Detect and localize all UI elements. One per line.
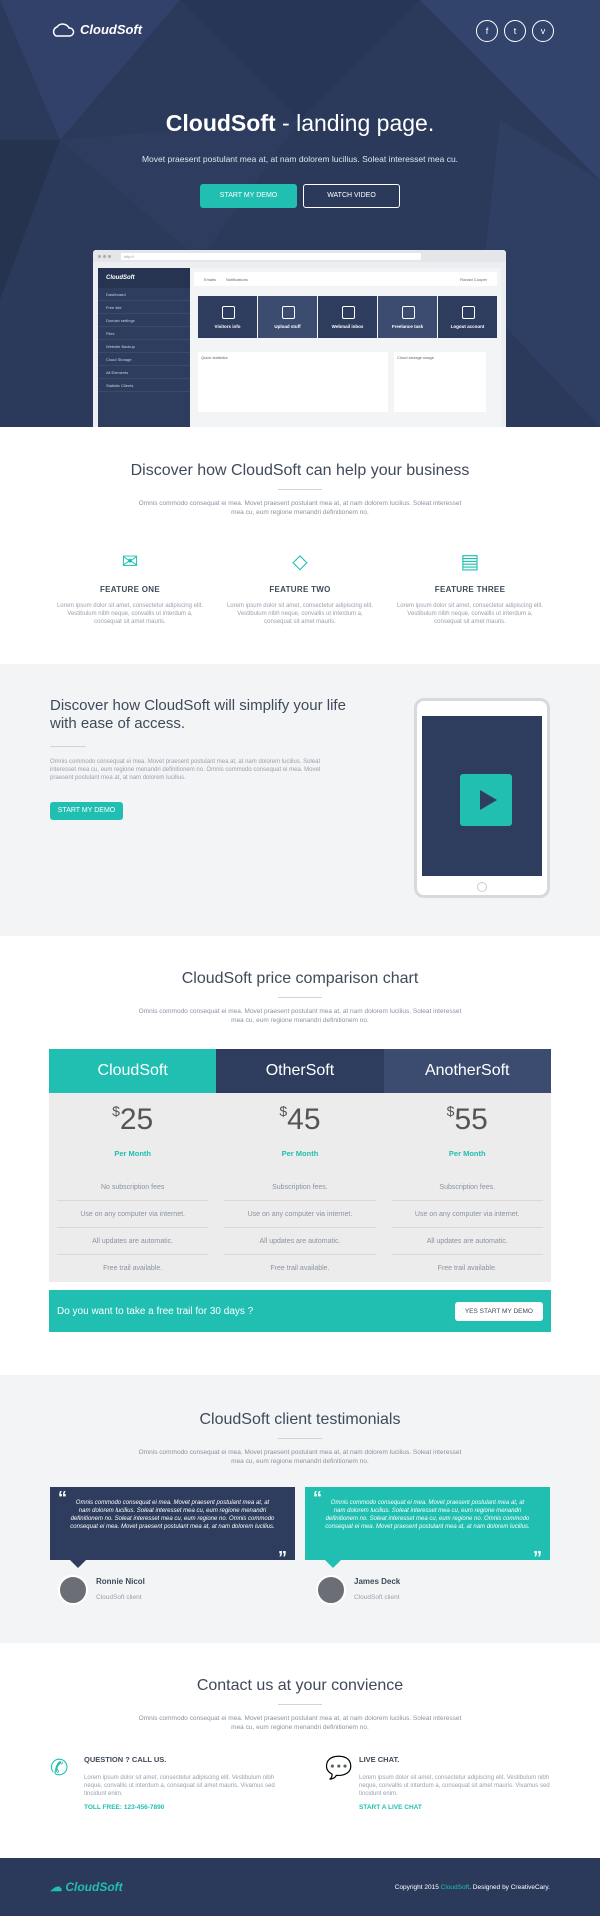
plan-feature: All updates are automatic.	[391, 1228, 543, 1255]
plan-feature: Subscription fees.	[224, 1174, 376, 1201]
app-header: Emails Notifications Ronald Cooper	[194, 272, 497, 286]
phone-icon: ✆	[50, 1755, 69, 1780]
price-column: AnotherSoft $55 Per Month Subscription f…	[383, 1049, 551, 1282]
access-section: Discover how CloudSoft will simplify you…	[0, 664, 600, 936]
plan-feature: Subscription fees.	[391, 1174, 543, 1201]
access-text: Omnis commodo consequat ei mea. Movet pr…	[50, 759, 321, 781]
vimeo-icon[interactable]: v	[532, 20, 554, 42]
contact-desc: Omnis commodo consequat ei mea. Movet pr…	[138, 1715, 462, 1731]
diamond-icon: ◇	[292, 551, 308, 573]
plan-name: CloudSoft	[49, 1049, 217, 1093]
plan-name: OtherSoft	[216, 1049, 384, 1093]
plan-period: Per Month	[448, 1149, 486, 1158]
pricing-desc: Omnis commodo consequat ei mea. Movet pr…	[138, 1008, 462, 1024]
live-chat-link[interactable]: START A LIVE CHAT	[359, 1804, 550, 1811]
app-sidebar: CloudSoft Dashboard Free site Domain set…	[98, 268, 190, 427]
trial-banner: Do you want to take a free trail for 30 …	[49, 1290, 551, 1332]
browser-icon: ▤	[460, 551, 480, 573]
testimonials-desc: Omnis commodo consequat ei mea. Movet pr…	[138, 1449, 462, 1465]
plan-feature: Free trail available.	[437, 1265, 497, 1272]
plan-feature: Use on any computer via internet.	[224, 1201, 376, 1228]
chat-icon: 💬	[325, 1755, 353, 1780]
logo-text: CloudSoft	[80, 22, 143, 37]
cloud-icon	[52, 22, 75, 37]
avatar	[58, 1575, 88, 1605]
feature-card: ◇ FEATURE TWO Lorem ipsum dolor sit amet, …	[226, 551, 374, 625]
envelope-icon: ✉	[121, 551, 139, 573]
plan-price: $55	[446, 1103, 488, 1136]
pricing-section: CloudSoft price comparison chart Omnis c…	[0, 970, 600, 1332]
logo[interactable]: CloudSoft	[50, 22, 142, 37]
footer: ☁ CloudSoft Copyright 2015 CloudSoft. De…	[0, 1858, 600, 1916]
plan-feature: Free trail available.	[270, 1265, 330, 1272]
plan-feature: No subscription fees	[57, 1174, 209, 1201]
plan-feature: Use on any computer via internet.	[391, 1201, 543, 1228]
footer-logo[interactable]: ☁ CloudSoft	[50, 1880, 123, 1894]
testimonial-author: Ronnie Nicol CloudSoft client	[58, 1575, 145, 1605]
avatar	[316, 1575, 346, 1605]
social-links: f t v	[476, 20, 554, 42]
plan-feature: Free trail available.	[103, 1265, 163, 1272]
testimonials-title: CloudSoft client testimonials	[199, 1411, 401, 1428]
phone-link[interactable]: TOLL FREE: 123-456-7890	[84, 1804, 275, 1811]
start-demo-button-2[interactable]: START MY DEMO	[50, 802, 123, 820]
testimonials-section: CloudSoft client testimonials Omnis comm…	[0, 1375, 600, 1643]
contact-section: Contact us at your convience Omnis commo…	[0, 1677, 600, 1732]
pricing-title: CloudSoft price comparison chart	[181, 970, 419, 987]
plan-period: Per Month	[281, 1149, 319, 1158]
hero-section: CloudSoft f t v CloudSoft - landing page…	[0, 0, 600, 427]
plan-period: Per Month	[114, 1149, 151, 1158]
play-icon[interactable]	[460, 774, 512, 826]
start-demo-button[interactable]: START MY DEMO	[200, 184, 297, 208]
app-tiles: Visitors info Upload stuff Webmail inbox Fr…	[198, 296, 497, 338]
plan-feature: All updates are automatic.	[224, 1228, 376, 1255]
contact-items: ✆ QUESTION ? CALL US. Lorem ipsum dolor si…	[50, 1755, 550, 1811]
price-column: CloudSoft $25 Per Month No subscription …	[49, 1049, 217, 1282]
price-column: OtherSoft $45 Per Month Subscription fee…	[216, 1049, 384, 1282]
plan-price: $25	[112, 1103, 154, 1136]
features-title: Discover how CloudSoft can help your bus…	[130, 462, 470, 479]
watch-video-button[interactable]: WATCH VIDEO	[303, 184, 400, 208]
feature-card: ✉ FEATURE ONE Lorem ipsum dolor sit amet, …	[56, 551, 204, 625]
testimonial-author: James Deck CloudSoft client	[316, 1575, 400, 1605]
plan-feature: Use on any computer via internet.	[57, 1201, 209, 1228]
testimonial-quote: “Omnis commodo consequat ei mea. Movet p…	[305, 1487, 550, 1568]
feature-card: ▤ FEATURE THREE Lorem ipsum dolor sit amet…	[396, 551, 544, 625]
plan-name: AnotherSoft	[383, 1049, 551, 1093]
copyright: Copyright 2015 CloudSoft. Designed by Cr…	[394, 1883, 550, 1891]
facebook-icon[interactable]: f	[476, 20, 498, 42]
tablet-mockup	[414, 698, 550, 898]
app-preview: http:// CloudSoft Dashboard Free site Do…	[93, 250, 506, 427]
trial-text: Do you want to take a free trail for 30 …	[57, 1305, 254, 1317]
plan-feature: All updates are automatic.	[57, 1228, 209, 1255]
twitter-icon[interactable]: t	[504, 20, 526, 42]
hero-subtitle: Movet praesent postulant mea at, at nam …	[141, 154, 459, 164]
features-desc: Omnis commodo consequat ei mea. Movet pr…	[138, 500, 462, 516]
url-bar: http://	[121, 252, 421, 260]
features-section: Discover how CloudSoft can help your bus…	[0, 462, 600, 626]
plan-price: $45	[279, 1103, 321, 1136]
testimonial-quote: “Omnis commodo consequat ei mea. Movet p…	[50, 1487, 295, 1568]
hero-title: CloudSoft - landing page.	[165, 110, 435, 136]
contact-title: Contact us at your convience	[196, 1677, 404, 1694]
trial-button[interactable]: YES START MY DEMO	[454, 1301, 543, 1321]
access-title: Discover how CloudSoft will simplify you…	[50, 697, 346, 732]
